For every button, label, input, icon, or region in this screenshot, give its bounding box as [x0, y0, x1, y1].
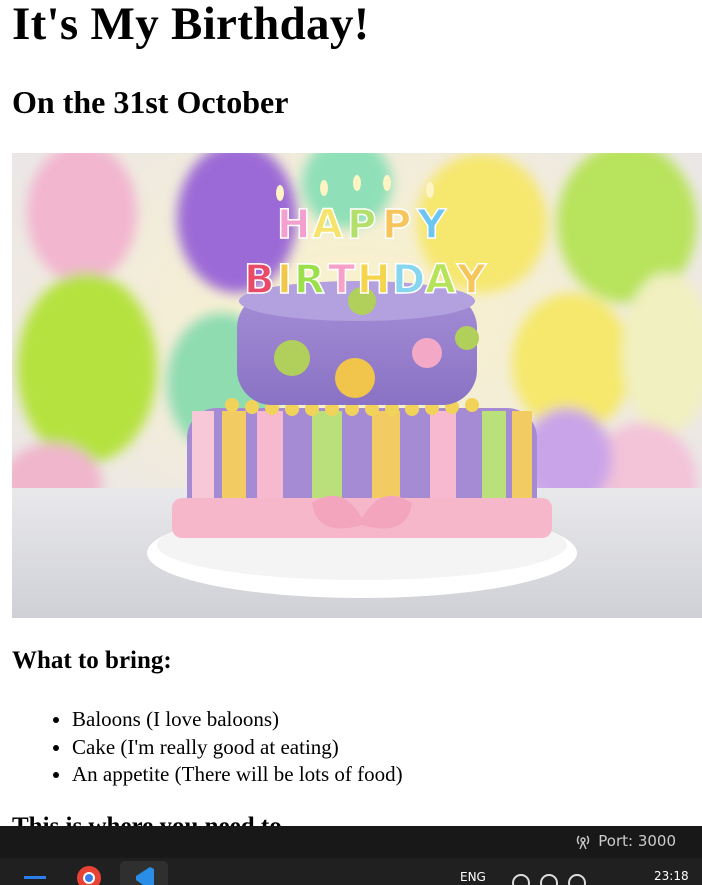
svg-text:Y: Y — [456, 257, 487, 303]
list-item: Cake (I'm really good at eating) — [72, 734, 403, 762]
volume-icon[interactable] — [540, 874, 558, 885]
svg-text:A: A — [425, 257, 456, 303]
list-item: Baloons (I love baloons) — [72, 706, 403, 734]
editor-status-bar: Port: 3000 — [0, 826, 702, 858]
broadcast-icon — [577, 835, 590, 850]
page-subtitle: On the 31st October — [12, 84, 289, 120]
port-label: Port: 3000 — [598, 832, 676, 850]
port-indicator[interactable]: Port: 3000 — [574, 832, 676, 850]
bring-list: Baloons (I love baloons) Cake (I'm reall… — [72, 706, 403, 789]
bring-heading: What to bring: — [12, 647, 172, 674]
windows-taskbar: ENG 23:18 — [0, 858, 702, 885]
svg-text:A: A — [312, 202, 343, 248]
svg-text:T: T — [328, 257, 356, 303]
svg-text:H: H — [277, 202, 310, 248]
svg-text:P: P — [382, 202, 411, 248]
battery-icon[interactable] — [568, 874, 586, 885]
chrome-icon[interactable] — [76, 864, 102, 885]
svg-text:R: R — [294, 257, 325, 303]
list-item: An appetite (There will be lots of food) — [72, 761, 403, 789]
svg-text:B: B — [244, 257, 275, 303]
start-icon[interactable] — [22, 864, 48, 885]
vscode-icon[interactable] — [132, 864, 158, 885]
svg-text:D: D — [392, 257, 425, 303]
page-title: It's My Birthday! — [12, 0, 370, 50]
language-indicator[interactable]: ENG — [460, 870, 486, 884]
birthday-cake-image: H A P P Y B I R T H D A Y — [12, 153, 702, 618]
svg-text:Y: Y — [416, 202, 447, 248]
svg-text:P: P — [347, 202, 376, 248]
network-icon[interactable] — [512, 874, 530, 885]
clock[interactable]: 23:18 — [654, 869, 689, 883]
svg-text:H: H — [357, 257, 390, 303]
svg-text:I: I — [277, 257, 292, 303]
